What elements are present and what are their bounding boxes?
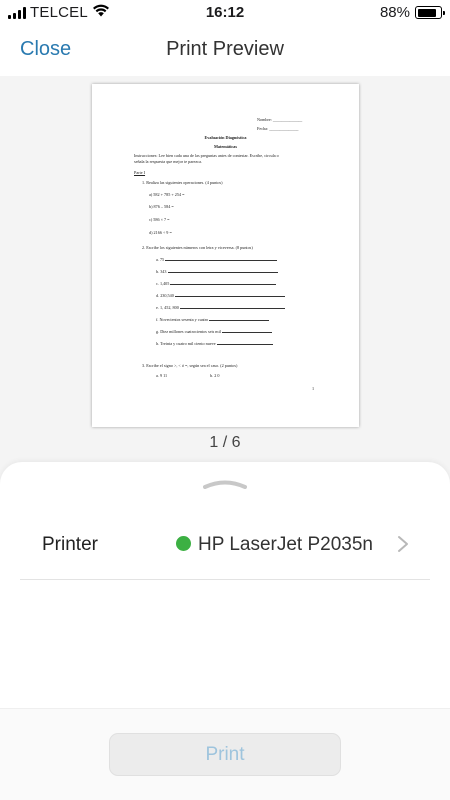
doc-name-field: Nombre: ______________ [257, 117, 303, 122]
doc-instructions-line-2: señala la respuesta que mejor te parezca… [134, 159, 203, 164]
doc-question-2b: b. 343 [156, 269, 278, 274]
doc-date-field: Fecha: ______________ [257, 126, 299, 131]
battery-level-fill [417, 8, 436, 17]
printer-selector-row[interactable]: Printer HP LaserJet P2035n [20, 522, 430, 580]
doc-question-3b: b. 2 0 [210, 373, 220, 378]
doc-question-1a: a) 582 + 785 + 254 = [149, 192, 185, 197]
page-counter: 1 / 6 [209, 434, 241, 451]
doc-question-2g: g. Diez millones cuatrocientos seis mil [156, 329, 272, 334]
battery-percent: 88% [379, 4, 410, 21]
doc-question-2d: d. 230,540 [156, 293, 285, 298]
preview-area[interactable]: Nombre: ______________ Fecha: __________… [0, 76, 450, 496]
doc-question-1: 1. Realiza las siguientes operaciones. (… [142, 180, 223, 185]
chevron-right-icon [396, 534, 410, 554]
doc-question-1b: b) 876 – 584 = [149, 204, 174, 209]
doc-question-3a: a. 9 11 [156, 373, 168, 378]
doc-instructions-line-1: Instrucciones: Lee bien cada una de las … [134, 153, 279, 158]
page-title: Print Preview [166, 38, 284, 60]
printer-label: Printer [42, 534, 98, 555]
doc-question-2f: f. Novecientos sesenta y cuatro [156, 317, 270, 322]
sheet-handle-icon[interactable] [203, 476, 247, 489]
doc-subject: Matemáticas [213, 144, 238, 149]
doc-question-1c: c) 586 × 7 = [149, 217, 170, 222]
print-button-bar: Print [0, 708, 450, 800]
doc-question-2c: c. 1,405 [156, 281, 277, 286]
page-thumbnail[interactable]: Nombre: ______________ Fecha: __________… [92, 84, 359, 427]
doc-part-heading: Parte I [134, 170, 146, 175]
status-right: 88% [379, 4, 445, 21]
doc-question-2h: h. Treinta y cuatro mil ciento nueve [156, 341, 273, 346]
doc-question-2a: a. 75 [156, 257, 278, 262]
battery-icon [415, 6, 445, 19]
navigation-bar: Close Print Preview [0, 26, 450, 76]
status-bar: TELCEL 16:12 88% [0, 0, 450, 26]
doc-question-1d: d) 2166 ÷ 9 = [149, 230, 172, 235]
doc-question-3: 3. Escribe el signo >, < ó =, según sea … [142, 363, 238, 368]
printer-name: HP LaserJet P2035n [198, 534, 373, 555]
doc-question-2: 2. Escribe los siguientes números con le… [142, 245, 253, 250]
doc-page-number: 1 [312, 386, 315, 391]
doc-title: Evaluación Diagnóstica [204, 135, 247, 140]
printer-status-dot-icon [176, 536, 191, 551]
doc-question-2e: e. 1, 452, 800 [156, 305, 285, 310]
print-button[interactable]: Print [109, 733, 341, 776]
